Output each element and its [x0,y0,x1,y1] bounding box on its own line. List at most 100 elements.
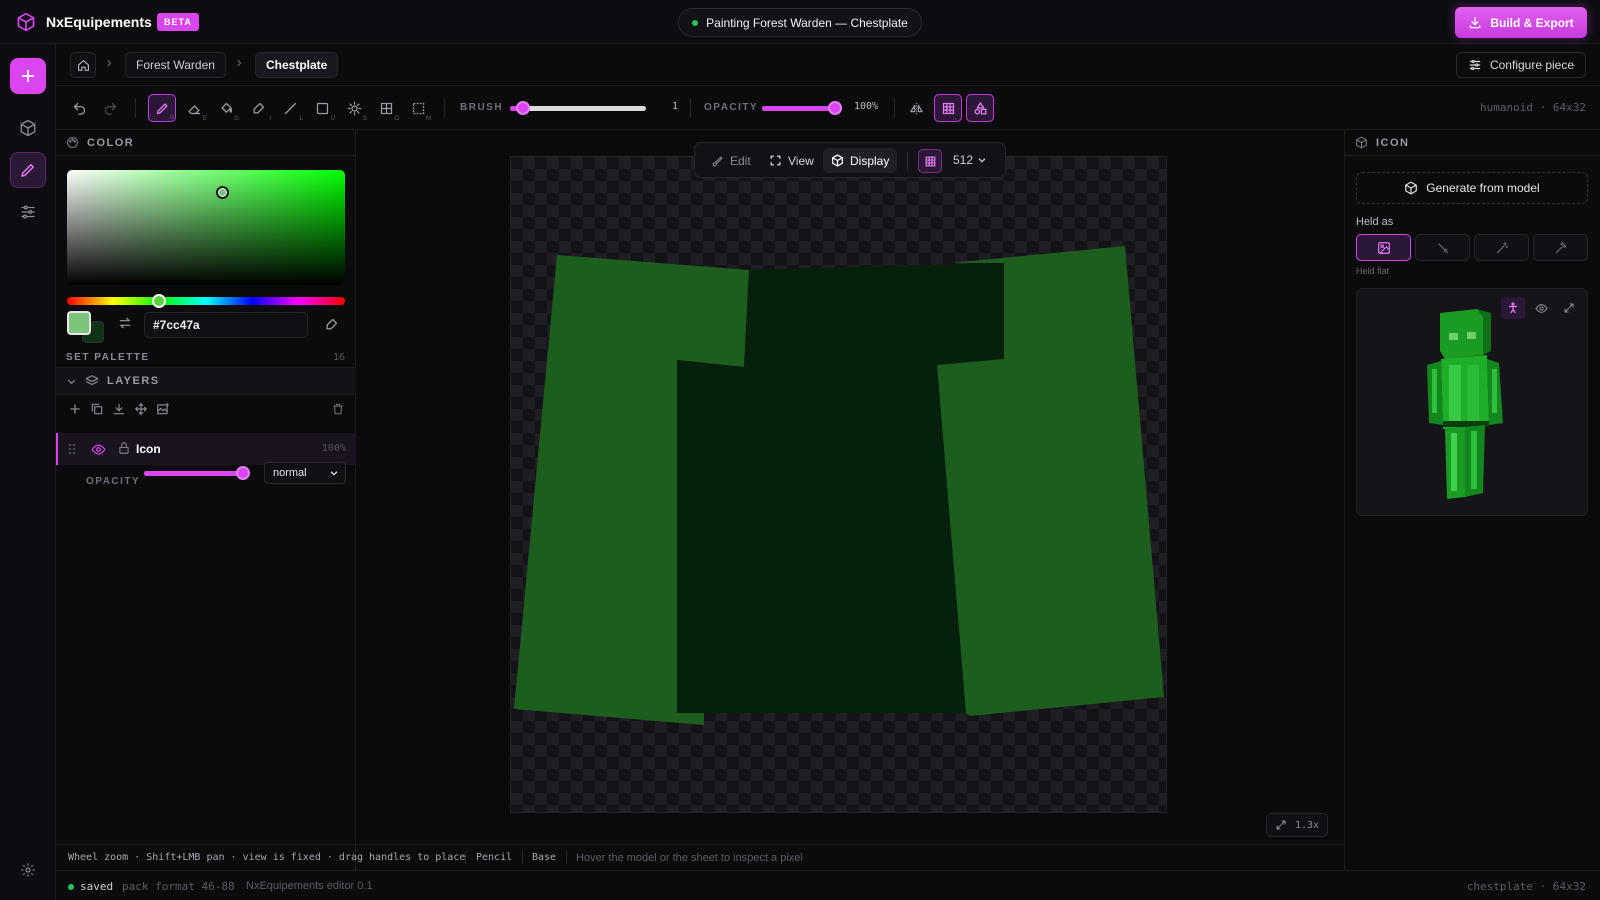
texture-sheet[interactable] [510,156,1167,813]
held-wand-option[interactable] [1474,234,1529,261]
status-bar: saved pack format 46-88 NxEquipements ed… [56,870,1600,900]
visibility-eye-icon[interactable] [91,442,106,457]
layer-toolbar [68,402,170,416]
add-layer-icon[interactable] [68,402,82,416]
build-export-button[interactable]: Build & Export [1455,7,1587,38]
preview-visibility-toggle[interactable] [1529,297,1553,319]
move-layer-icon[interactable] [134,402,148,416]
grid-tool[interactable]: O [372,94,400,122]
status-dot-icon [692,19,699,26]
drag-handle-icon[interactable] [68,443,76,455]
undo-icon [72,101,87,116]
brush-label: BRUSH [460,102,504,113]
figure-legs [1445,425,1485,499]
breadcrumb-piece[interactable]: Chestplate [255,52,339,78]
fill-tool[interactable]: G [212,94,240,122]
mode-display[interactable]: Display [823,148,898,173]
saturation-value-picker[interactable] [67,170,345,285]
hue-slider[interactable] [67,297,345,305]
palette-icon [66,136,79,149]
chevron-right-icon [234,58,244,68]
merge-down-icon[interactable] [112,402,126,416]
paint-bucket-icon [219,101,234,116]
layers-panel-header[interactable]: LAYERS [56,367,356,395]
figure-head [1440,309,1491,359]
download-icon [1468,16,1482,30]
mode-edit-label: Edit [730,153,751,168]
select-tool[interactable]: M [404,94,432,122]
mode-view[interactable]: View [761,148,822,173]
shortcut-key: O [394,116,399,122]
lighten-tool[interactable]: S [340,94,368,122]
breadcrumb-set[interactable]: Forest Warden [125,52,226,78]
chestplate-texture[interactable] [511,157,1168,814]
lock-icon[interactable] [117,441,131,455]
mode-edit[interactable]: Edit [703,148,759,173]
adjust-nav-button[interactable] [10,194,46,230]
slider-handle[interactable] [236,466,250,480]
pencil-tool[interactable]: B [148,94,176,122]
zoom-level-button[interactable]: 1.3x [1266,813,1328,837]
slider-handle[interactable] [828,101,842,115]
swap-colors-icon[interactable] [118,316,132,330]
breadcrumb-home[interactable] [70,52,96,78]
eyedropper-icon[interactable] [324,317,339,332]
brush-size-value: 1 [672,101,679,112]
paint-nav-button[interactable] [10,152,46,188]
hex-color-input[interactable]: #7cc47a [144,312,308,338]
brush-opacity-slider[interactable] [762,100,848,116]
import-image-icon[interactable] [156,402,170,416]
configure-piece-button[interactable]: Configure piece [1456,52,1586,78]
duplicate-layer-icon[interactable] [90,402,104,416]
zoom-level-value: 1.3x [1294,819,1320,831]
canvas-area[interactable]: Edit View Display 512 1.3x [356,130,1344,844]
mode-view-label: View [788,153,814,168]
divider [465,851,466,864]
plus-icon [20,68,36,84]
brush-icon [711,154,724,167]
cube-icon [19,119,37,137]
models-nav-button[interactable] [10,110,46,146]
redo-button[interactable] [96,94,124,122]
color-picker-tool[interactable]: I [244,94,272,122]
color-panel-header: COLOR [56,130,356,156]
layer-opacity-label: OPACITY [86,476,141,487]
resolution-select[interactable]: 512 [953,153,987,167]
opacity-label: OPACITY [704,102,759,113]
held-tool-option[interactable] [1533,234,1588,261]
expand-icon [1275,819,1287,831]
new-piece-button[interactable] [10,58,46,94]
eraser-tool[interactable]: E [180,94,208,122]
hue-slider-handle[interactable] [152,294,166,308]
rectangle-tool[interactable]: U [308,94,336,122]
primary-color-swatch[interactable] [67,311,91,335]
brush-size-slider[interactable] [510,100,650,116]
delete-layer-icon[interactable] [331,402,345,416]
layer-opacity-slider[interactable] [144,465,256,481]
active-layer-name: Base [532,852,557,863]
held-flat-option[interactable] [1356,234,1411,261]
slider-fill [144,471,243,476]
shapes-toggle[interactable] [966,94,994,122]
blend-mode-select[interactable]: normal [264,462,346,484]
mirror-toggle[interactable] [902,94,930,122]
line-tool[interactable]: L [276,94,304,122]
slider-handle[interactable] [516,101,531,115]
undo-button[interactable] [65,94,93,122]
sv-picker-handle[interactable] [216,186,229,199]
divider [907,152,908,170]
generate-label: Generate from model [1426,181,1540,195]
held-sword-option[interactable] [1415,234,1470,261]
settings-button[interactable] [10,852,46,888]
preview-expand-button[interactable] [1557,297,1581,319]
model-preview[interactable] [1356,288,1588,516]
layer-row[interactable]: Icon 100% [56,433,356,465]
canvas-grid-toggle[interactable] [918,149,942,173]
inspect-hint: Hover the model or the sheet to inspect … [576,852,803,864]
beta-badge: BETA [157,13,199,31]
armor-figure-render [1427,309,1503,499]
home-icon [77,59,90,72]
generate-from-model-button[interactable]: Generate from model [1356,172,1588,204]
pixel-grid-toggle[interactable] [934,94,962,122]
session-status-text: Painting Forest Warden — Chestplate [706,15,908,30]
